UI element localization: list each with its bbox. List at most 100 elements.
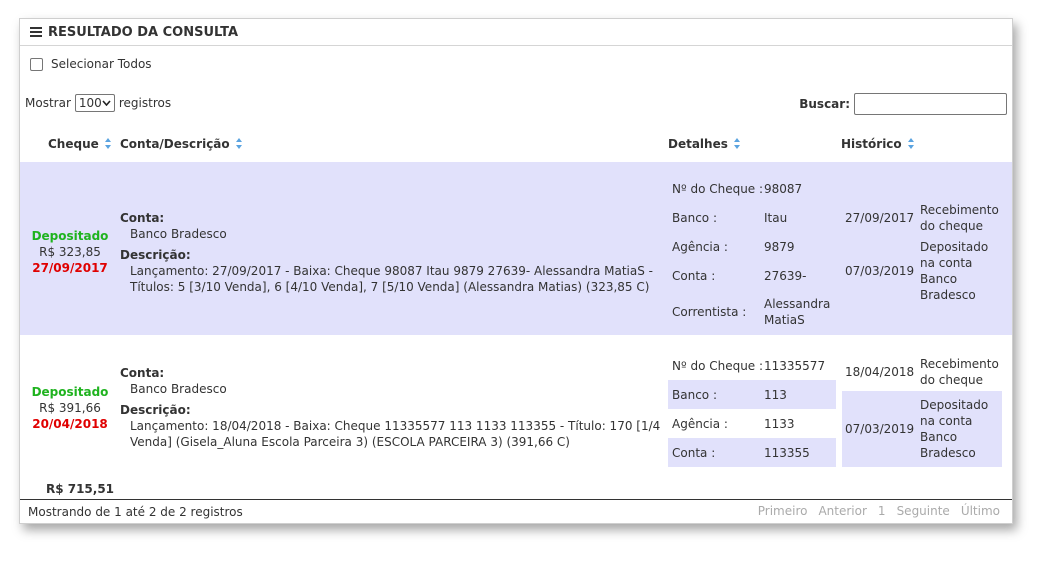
history-row: 07/03/2019 Depositado na conta Banco Brad… [842, 236, 1002, 306]
column-header-conta[interactable]: Conta/Descrição [120, 137, 243, 151]
historico-cell: 18/04/2018 Recebimento do cheque 07/03/20… [842, 353, 1002, 467]
detail-key: Agência : [672, 239, 728, 254]
results-panel: RESULTADO DA CONSULTA Selecionar Todos M… [19, 18, 1013, 524]
length-prefix: Mostrar [25, 96, 71, 110]
search-control: Buscar: [799, 93, 1007, 115]
detail-row: Banco : 113 [668, 380, 836, 409]
column-header-detalhes[interactable]: Detalhes [668, 137, 741, 151]
cheque-cell: Depositado R$ 391,66 20/04/2018 [20, 384, 120, 432]
conta-cell: Conta: Banco Bradesco Descrição: Lançame… [120, 210, 665, 295]
detail-row: Correntista : Alessandra MatiaS [668, 290, 836, 334]
detail-value: 9879 [764, 239, 795, 254]
cheque-date: 27/09/2017 [32, 261, 108, 275]
detail-key: Conta : [672, 445, 716, 460]
history-date: 07/03/2019 [845, 422, 915, 436]
detail-row: Agência : 1133 [668, 409, 836, 438]
table-row[interactable]: Depositado R$ 323,85 27/09/2017 Conta: B… [20, 162, 1012, 335]
detail-row: Nº do Cheque :98087 [668, 174, 836, 203]
column-header-cheque-label: Cheque [48, 137, 99, 151]
select-all-label: Selecionar Todos [51, 57, 152, 71]
history-text: Recebimento do cheque [920, 357, 999, 387]
detail-key: Agência : [672, 416, 728, 431]
detail-value: 11335577 [764, 358, 826, 373]
descricao-value: Lançamento: 27/09/2017 - Baixa: Cheque 9… [130, 264, 653, 294]
history-row: 27/09/2017 Recebimento do cheque [842, 200, 1002, 236]
pager-page[interactable]: 1 [878, 504, 886, 518]
detail-value: 113 [764, 387, 787, 402]
pager-next[interactable]: Seguinte [897, 504, 950, 518]
conta-label: Conta: [120, 366, 165, 380]
table-info: Mostrando de 1 até 2 de 2 registros [28, 505, 243, 519]
length-control: Mostrar 100 registros [25, 94, 171, 112]
detail-row: Nº do Cheque :11335577 [668, 351, 836, 380]
sort-icon [235, 138, 243, 150]
chevron-down-icon [102, 100, 111, 106]
detail-value: 98087 [764, 181, 803, 196]
column-header-conta-label: Conta/Descrição [120, 137, 230, 151]
conta-value: Banco Bradesco [130, 382, 227, 396]
history-date: 18/04/2018 [845, 365, 915, 379]
history-row: 07/03/2019 Depositado na conta Banco Brad… [842, 391, 1002, 467]
history-text: Recebimento do cheque [920, 203, 999, 233]
detail-key: Nº do Cheque : [672, 181, 764, 196]
detail-row: Agência : 9879 [668, 232, 836, 261]
detail-value: Itau [764, 210, 788, 225]
history-text: Depositado na conta Banco Bradesco [920, 240, 989, 302]
cheque-date: 20/04/2018 [32, 417, 108, 431]
list-icon [30, 27, 42, 37]
detail-value: 113355 [764, 445, 810, 460]
detalhes-cell: Nº do Cheque :98087 Banco : Itau Agência … [668, 174, 836, 334]
conta-label: Conta: [120, 211, 165, 225]
history-date: 07/03/2019 [845, 264, 915, 278]
length-value: 100 [78, 96, 102, 110]
detail-key: Nº do Cheque : [672, 358, 764, 373]
detail-key: Correntista : [672, 305, 747, 319]
table-footer: Mostrando de 1 até 2 de 2 registros Prim… [20, 499, 1012, 524]
history-text: Depositado na conta Banco Bradesco [920, 398, 989, 460]
column-header-detalhes-label: Detalhes [668, 137, 728, 151]
sort-icon [907, 138, 915, 150]
status-label: Depositado [31, 385, 109, 399]
sort-icon [104, 138, 112, 150]
detail-key: Conta : [672, 268, 716, 283]
length-suffix: registros [118, 96, 172, 110]
detalhes-cell: Nº do Cheque :11335577 Banco : 113 Agênci… [668, 351, 836, 467]
detail-value: Alessandra MatiaS [764, 297, 831, 327]
table-row[interactable]: Depositado R$ 391,66 20/04/2018 Conta: B… [20, 335, 1012, 485]
conta-cell: Conta: Banco Bradesco Descrição: Lançame… [120, 365, 665, 450]
select-all-checkbox[interactable] [30, 57, 43, 71]
select-all[interactable]: Selecionar Todos [30, 57, 152, 71]
history-row: 18/04/2018 Recebimento do cheque [842, 353, 1002, 391]
column-header-historico[interactable]: Histórico [841, 137, 915, 151]
length-select[interactable]: 100 [74, 94, 115, 112]
column-header-historico-label: Histórico [841, 137, 902, 151]
status-label: Depositado [31, 229, 109, 243]
descricao-label: Descrição: [120, 403, 191, 417]
descricao-value: Lançamento: 18/04/2018 - Baixa: Cheque 1… [130, 419, 661, 449]
detail-row: Conta : 113355 [668, 438, 836, 467]
search-label: Buscar: [799, 97, 850, 111]
pagination: Primeiro Anterior 1 Seguinte Último [747, 504, 1000, 518]
history-date: 27/09/2017 [845, 211, 915, 225]
column-header-cheque[interactable]: Cheque [48, 137, 112, 151]
panel-title: RESULTADO DA CONSULTA [48, 24, 239, 40]
historico-cell: 27/09/2017 Recebimento do cheque 07/03/20… [842, 200, 1002, 306]
detail-value: 1133 [764, 416, 795, 431]
conta-value: Banco Bradesco [130, 227, 227, 241]
cheque-value: R$ 323,85 [39, 245, 101, 259]
total-value: R$ 715,51 [45, 482, 115, 496]
pager-last[interactable]: Último [961, 504, 1000, 518]
search-input[interactable] [854, 93, 1007, 115]
cheque-cell: Depositado R$ 323,85 27/09/2017 [20, 228, 120, 276]
descricao-label: Descrição: [120, 248, 191, 262]
panel-header: RESULTADO DA CONSULTA [20, 19, 1012, 46]
sort-icon [733, 138, 741, 150]
detail-key: Banco : [672, 387, 717, 402]
detail-key: Banco : [672, 210, 717, 225]
detail-value: 27639- [764, 268, 807, 283]
pager-prev[interactable]: Anterior [818, 504, 866, 518]
detail-row: Banco : Itau [668, 203, 836, 232]
detail-row: Conta : 27639- [668, 261, 836, 290]
pager-first[interactable]: Primeiro [758, 504, 808, 518]
cheque-value: R$ 391,66 [39, 401, 101, 415]
